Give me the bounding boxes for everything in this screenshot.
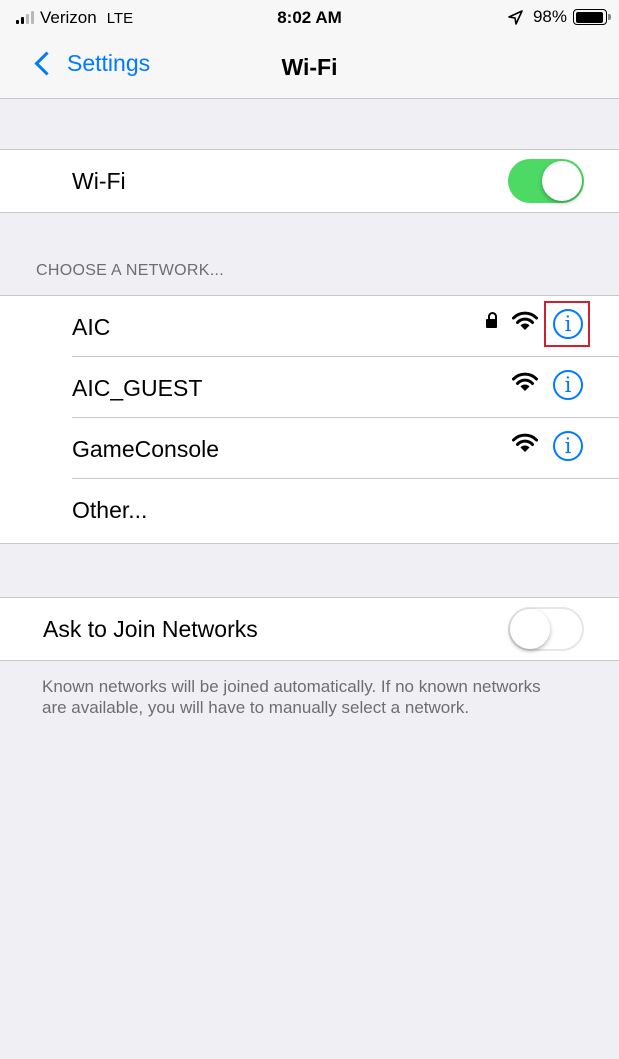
switch-knob (510, 609, 550, 649)
ask-to-join-switch[interactable] (508, 607, 584, 651)
network-name: AIC_GUEST (72, 375, 203, 401)
switch-knob (542, 161, 582, 201)
ask-to-join-row: Ask to Join Networks (0, 598, 619, 660)
networks-list: AIC i AIC_GUEST i GameConsole i Other... (0, 295, 619, 544)
network-row-aic[interactable]: AIC i (0, 296, 619, 357)
battery-nub (608, 14, 611, 20)
wifi-toggle-row: Wi-Fi (0, 150, 619, 212)
battery-icon (573, 9, 611, 25)
highlight-box (544, 301, 590, 347)
info-icon[interactable]: i (553, 431, 583, 461)
info-icon[interactable]: i (553, 370, 583, 400)
ask-to-join-group: Ask to Join Networks (0, 597, 619, 661)
location-arrow-icon (508, 9, 523, 25)
networks-section-header: CHOOSE A NETWORK... (36, 262, 224, 279)
ask-to-join-label: Ask to Join Networks (43, 616, 258, 642)
lock-icon (486, 312, 497, 328)
wifi-signal-icon (512, 372, 538, 391)
page-title: Wi-Fi (281, 54, 338, 80)
ask-to-join-footer: Known networks will be joined automatica… (42, 677, 541, 717)
other-network-label: Other... (72, 497, 148, 523)
wifi-label: Wi-Fi (72, 168, 126, 194)
wifi-signal-icon (512, 433, 538, 452)
network-row-gameconsole[interactable]: GameConsole i (0, 418, 619, 479)
wifi-switch[interactable] (508, 159, 584, 203)
battery-percent: 98% (532, 7, 567, 26)
network-row-other[interactable]: Other... (0, 479, 619, 543)
status-right: 98% (508, 7, 611, 27)
network-name: AIC (72, 314, 111, 340)
bottom-area (0, 1020, 619, 1059)
status-bar: Verizon LTE 8:02 AM 98% (0, 0, 619, 36)
wifi-signal-icon (512, 311, 538, 330)
network-row-aic-guest[interactable]: AIC_GUEST i (0, 357, 619, 418)
wifi-toggle-group: Wi-Fi (0, 149, 619, 213)
navigation-bar: Settings Wi-Fi (0, 36, 619, 99)
network-name: GameConsole (72, 436, 220, 462)
battery-fill (575, 11, 603, 23)
